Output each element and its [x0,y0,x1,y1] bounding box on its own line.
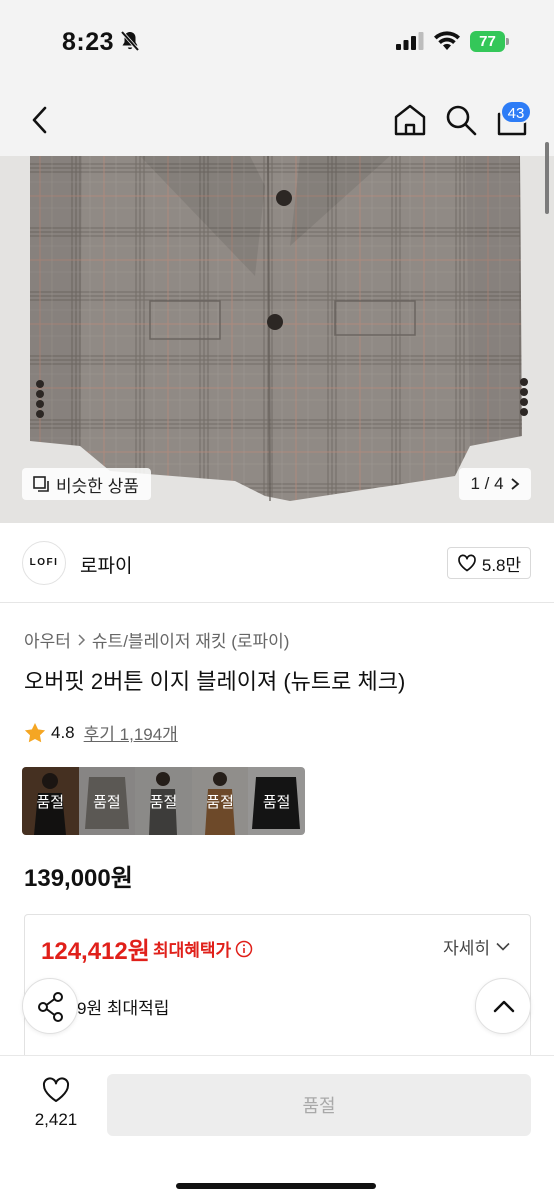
soldout-label: 품절 [191,767,249,835]
rating-score: 4.8 [51,722,75,742]
brand-logo[interactable]: LOFI [22,541,66,585]
page-indicator-text: 1 / 4 [470,474,504,493]
search-icon[interactable] [443,102,479,138]
sale-price: 124,412원 [41,938,150,965]
original-price: 139,000원 [24,865,133,892]
bell-off-icon [120,30,140,52]
detail-label: 자세히 [443,939,490,958]
breadcrumb-item-category[interactable]: 슈트/블레이저 재킷 (로파이) [92,627,290,652]
brand-row: LOFI 로파이 5.8만 [0,523,554,603]
product-title: 오버핏 2버튼 이지 블레이져 (뉴트로 체크) [24,669,406,694]
chevron-up-icon [493,1000,515,1013]
max-benefit-label[interactable]: 최대혜택가 [153,936,253,961]
image-page-indicator[interactable]: 1 / 4 [459,468,531,500]
back-icon[interactable] [24,102,56,138]
heart-icon [42,1077,70,1102]
similar-products-label: 비슷한 상품 [56,476,139,496]
battery-level: 77 [470,31,505,52]
brand-like-button[interactable]: 5.8만 [447,547,531,579]
color-swatch[interactable]: 품절 [191,767,249,835]
info-icon [235,940,253,957]
bottom-action-bar: 2,421 품절 [0,1055,554,1200]
max-benefit-text: 최대혜택가 [153,941,232,960]
chevron-right-icon [510,478,519,490]
color-swatch[interactable]: 품절 [22,767,79,835]
star-icon [24,723,46,743]
status-time: 8:23 [62,28,115,56]
review-count-link[interactable]: 후기 1,194개 [84,720,178,745]
battery-cap [506,38,509,45]
color-swatch[interactable]: 품절 [78,767,136,835]
status-bar: 8:23 77 [0,0,554,84]
rating-row: 4.8 후기 1,194개 [24,720,178,745]
brand-like-count: 5.8만 [481,555,522,575]
similar-icon [33,476,49,492]
share-button[interactable] [22,978,78,1034]
home-indicator[interactable] [176,1183,376,1189]
wishlist-button[interactable]: 2,421 [24,1074,88,1138]
color-swatch[interactable]: 품절 [135,767,192,835]
scroll-top-button[interactable] [475,978,531,1034]
wishlist-count: 2,421 [34,1110,78,1129]
max-points-text: 9원 최대적립 [77,999,170,1018]
share-icon [38,992,63,1022]
home-icon[interactable] [392,102,428,138]
breadcrumb-item-outer[interactable]: 아우터 [24,627,71,652]
scroll-indicator[interactable] [545,142,549,214]
soldout-label: 품절 [248,767,305,835]
brand-name[interactable]: 로파이 [80,551,132,578]
similar-products-button[interactable]: 비슷한 상품 [22,468,151,500]
cellular-signal-icon [396,32,424,50]
breadcrumb: 아우터 슈트/블레이저 재킷 (로파이) [24,627,289,652]
benefit-box: 124,412원 최대혜택가 자세히 9원 최대적립 [24,914,531,1074]
benefit-detail-toggle[interactable]: 자세히 [443,934,510,959]
chevron-down-icon [496,942,510,951]
color-options: 품절 품절 품절 품절 품절 [22,767,305,835]
cart-count-badge[interactable]: 43 [500,100,532,124]
battery-indicator: 77 [470,31,510,52]
color-swatch[interactable]: 품절 [248,767,305,835]
purchase-button[interactable]: 품절 [107,1074,531,1136]
soldout-label: 품절 [22,767,79,835]
soldout-label: 품절 [78,767,136,835]
chevron-right-icon [78,633,85,646]
soldout-label: 품절 [135,767,192,835]
top-navigation [0,84,554,156]
heart-icon [458,554,476,572]
wifi-icon [434,31,460,50]
